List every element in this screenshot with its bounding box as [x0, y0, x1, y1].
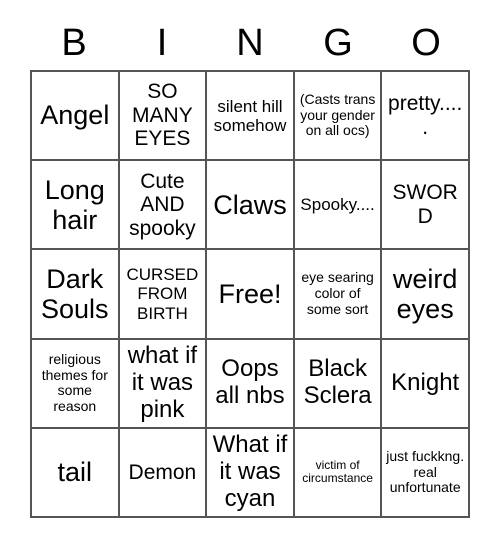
bingo-card: B I N G O Angel SO MANY EYES silent hill… — [0, 0, 500, 544]
bingo-cell[interactable]: silent hill somehow — [207, 72, 295, 162]
bingo-cell-label: Claws — [213, 189, 287, 220]
bingo-cell[interactable]: Oops all nbs — [207, 339, 295, 429]
bingo-cell[interactable]: SWORD — [382, 161, 470, 251]
header-letter-b: B — [61, 22, 87, 64]
bingo-cell[interactable]: (Casts trans your gender on all ocs) — [294, 72, 383, 162]
bingo-cell[interactable]: Cute AND spooky — [119, 161, 208, 251]
bingo-cell-label: SO MANY EYES — [132, 80, 193, 151]
bingo-cell[interactable]: SO MANY EYES — [119, 72, 208, 162]
bingo-cell-label: SWORD — [392, 181, 458, 228]
bingo-cell-label: Free! — [218, 278, 282, 309]
bingo-cell[interactable]: Knight — [382, 339, 470, 429]
bingo-cell-label: silent hill somehow — [213, 96, 287, 135]
bingo-cell[interactable]: Angel — [32, 72, 120, 162]
bingo-cell[interactable]: eye searing color of some sort — [294, 250, 383, 340]
bingo-cell-label: Angel — [40, 100, 110, 131]
bingo-cell[interactable]: weird eyes — [382, 250, 470, 340]
bingo-cell-label: Dark Souls — [41, 263, 109, 324]
bingo-cell-label: Cute AND spooky — [129, 169, 196, 240]
bingo-cell[interactable]: just fuckkng. real unfortunate — [382, 428, 470, 518]
bingo-cell-label: Oops all nbs — [215, 355, 285, 410]
header-letter-i: I — [156, 22, 168, 64]
bingo-cell-label: eye searing color of some sort — [301, 269, 374, 317]
header-letter-o: O — [411, 22, 441, 64]
bingo-cell[interactable]: Claws — [207, 161, 295, 251]
bingo-cell-label: Black Sclera — [303, 355, 372, 410]
bingo-cell[interactable]: Dark Souls — [32, 250, 120, 340]
bingo-cell[interactable]: Long hair — [32, 161, 120, 251]
bingo-cell-label: (Casts trans your gender on all ocs) — [299, 91, 376, 139]
bingo-cell[interactable]: What if it was cyan — [207, 428, 295, 518]
bingo-cell-label: Long hair — [44, 174, 105, 235]
bingo-cell-label: Knight — [391, 368, 460, 396]
bingo-cell-label: weird eyes — [392, 263, 458, 324]
bingo-cell[interactable]: Spooky.... — [294, 161, 383, 251]
bingo-cell-label: just fuckkng. real unfortunate — [386, 447, 465, 496]
bingo-cell[interactable]: what if it was pink — [119, 339, 208, 429]
bingo-cell-label: Spooky.... — [300, 195, 375, 215]
bingo-cell[interactable]: pretty..... — [382, 72, 470, 162]
bingo-cell-label: Demon — [128, 460, 197, 484]
bingo-cell-label: religious themes for some reason — [41, 350, 108, 414]
bingo-cell-label: what if it was pink — [127, 341, 198, 423]
header-letter-g: G — [323, 22, 353, 64]
bingo-cell-label: victim of circumstance — [302, 457, 373, 486]
bingo-cell-label: tail — [57, 457, 93, 488]
bingo-cell[interactable]: Demon — [119, 428, 208, 518]
bingo-cell-free[interactable]: Free! — [207, 250, 295, 340]
bingo-cell-label: pretty..... — [388, 92, 463, 139]
bingo-cell[interactable]: tail — [32, 428, 120, 518]
bingo-cell[interactable]: religious themes for some reason — [32, 339, 120, 429]
bingo-grid: Angel SO MANY EYES silent hill somehow (… — [30, 70, 470, 518]
bingo-cell[interactable]: victim of circumstance — [294, 428, 383, 518]
header-letter-n: N — [236, 22, 264, 64]
bingo-cell[interactable]: CURSED FROM BIRTH — [119, 250, 208, 340]
bingo-cell-label: What if it was cyan — [212, 431, 288, 512]
bingo-cell[interactable]: Black Sclera — [294, 339, 383, 429]
bingo-cell-label: CURSED FROM BIRTH — [126, 265, 199, 323]
bingo-header: B I N G O — [30, 18, 470, 68]
